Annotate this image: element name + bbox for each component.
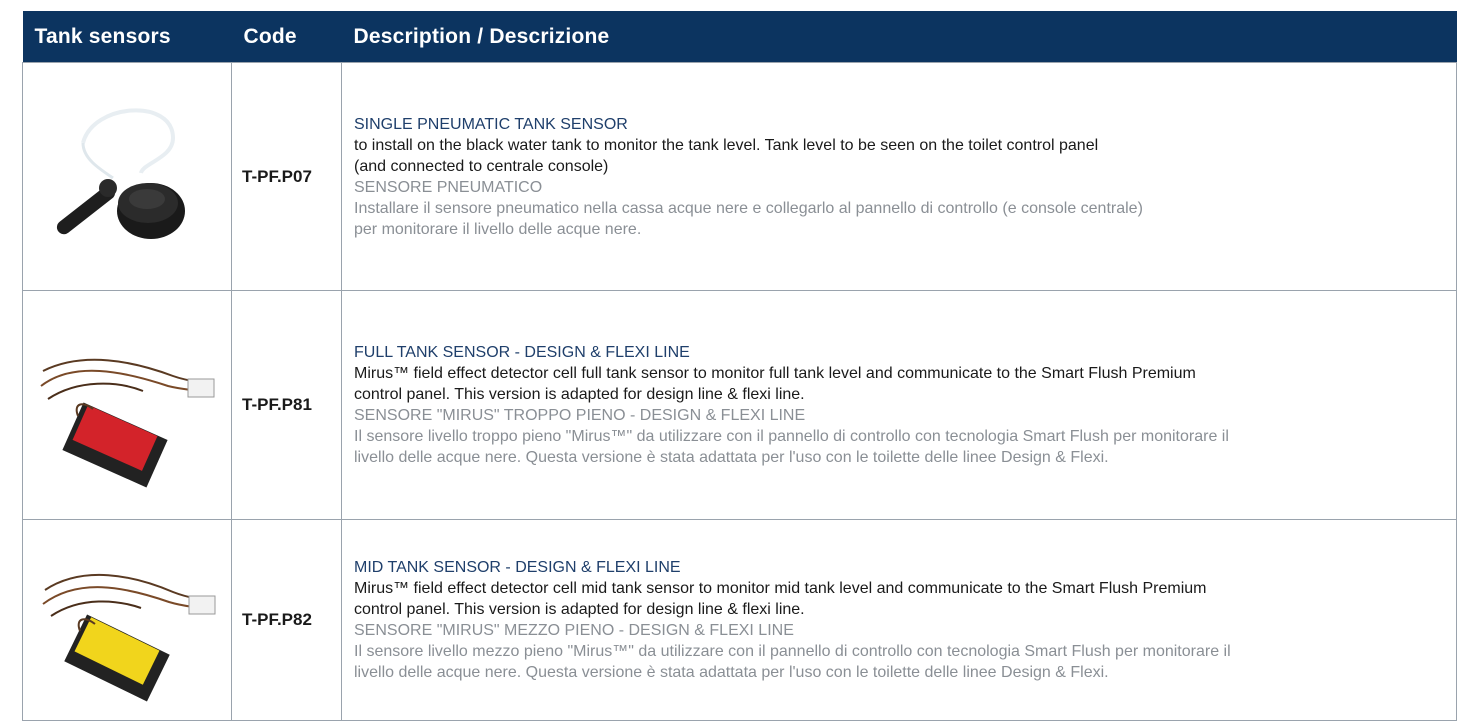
description-it-line: Il sensore livello troppo pieno "Mirus™"… — [354, 428, 1229, 445]
product-title-it: SENSORE "MIRUS" MEZZO PIENO - DESIGN & F… — [354, 622, 794, 639]
product-code: T-PF.P82 — [231, 519, 342, 721]
red-sensor-box-icon — [40, 358, 215, 488]
product-description: FULL TANK SENSOR - DESIGN & FLEXI LINE M… — [341, 290, 1457, 520]
description-en-line: (and connected to centrale console) — [354, 157, 609, 175]
product-description: MID TANK SENSOR - DESIGN & FLEXI LINE Mi… — [341, 519, 1457, 721]
table-row: T-PF.P07 SINGLE PNEUMATIC TANK SENSOR to… — [22, 62, 1457, 291]
product-title-it: SENSORE PNEUMATICO — [354, 178, 543, 196]
description-en-line: to install on the black water tank to mo… — [354, 136, 1099, 154]
description-en-line: Mirus™ field effect detector cell mid ta… — [354, 580, 1207, 597]
yellow-sensor-box-icon — [42, 573, 216, 702]
product-description: SINGLE PNEUMATIC TANK SENSOR to install … — [341, 62, 1457, 291]
description-it-line: Installare il sensore pneumatico nella c… — [354, 199, 1143, 217]
header-description: Description / Descrizione — [341, 11, 1457, 63]
description-en-line: control panel. This version is adapted f… — [354, 386, 805, 403]
product-title-en: SINGLE PNEUMATIC TANK SENSOR — [354, 115, 628, 133]
description-en-line: control panel. This version is adapted f… — [354, 601, 805, 618]
description-it-line: livello delle acque nere. Questa version… — [354, 664, 1109, 681]
description-it-line: livello delle acque nere. Questa version… — [354, 449, 1109, 466]
header-code: Code — [231, 11, 342, 63]
product-image-cell — [22, 519, 232, 721]
product-image-cell — [22, 62, 232, 291]
table-row: T-PF.P82 MID TANK SENSOR - DESIGN & FLEX… — [22, 519, 1457, 721]
table-header-row: Tank sensors Code Description / Descrizi… — [22, 11, 1457, 63]
product-title-en: MID TANK SENSOR - DESIGN & FLEXI LINE — [354, 559, 681, 576]
product-title-it: SENSORE "MIRUS" TROPPO PIENO - DESIGN & … — [354, 407, 806, 424]
tank-sensors-table: Tank sensors Code Description / Descrizi… — [22, 11, 1457, 721]
pneumatic-sensor-icon — [56, 108, 185, 239]
product-code: T-PF.P81 — [231, 290, 342, 520]
description-it-line: per monitorare il livello delle acque ne… — [354, 220, 642, 238]
product-title-en: FULL TANK SENSOR - DESIGN & FLEXI LINE — [354, 344, 690, 361]
header-tank-sensors: Tank sensors — [22, 11, 232, 63]
product-code: T-PF.P07 — [231, 62, 342, 291]
table-row: T-PF.P81 FULL TANK SENSOR - DESIGN & FLE… — [22, 290, 1457, 520]
product-image-cell — [22, 290, 232, 520]
description-it-line: Il sensore livello mezzo pieno "Mirus™" … — [354, 643, 1231, 660]
description-en-line: Mirus™ field effect detector cell full t… — [354, 365, 1196, 382]
